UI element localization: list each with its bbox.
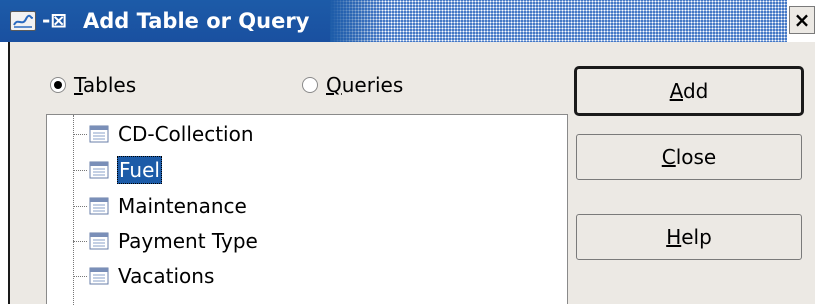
tables-radio[interactable]: Tables <box>50 72 136 98</box>
table-list-item[interactable]: Fuel <box>73 155 162 185</box>
tree-branch-line <box>73 169 87 171</box>
tree-branch-line <box>73 205 87 207</box>
tree-branch-line <box>73 240 87 242</box>
table-list-item-label: Maintenance <box>118 194 247 218</box>
queries-radio-label: Queries <box>326 73 404 97</box>
table-list-item[interactable]: Maintenance <box>73 191 248 221</box>
queries-radio-indicator[interactable] <box>302 77 318 93</box>
tree-branch-line <box>73 133 87 135</box>
table-list-item-label: Vacations <box>118 264 215 288</box>
dialog-title: Add Table or Query <box>83 9 310 33</box>
table-list[interactable]: CD-Collection Fuel Maintenance Payment Type… <box>46 114 568 305</box>
table-list-item[interactable]: CD-Collection <box>73 119 255 149</box>
queries-radio[interactable]: Queries <box>302 72 403 98</box>
pin-icon[interactable]: -⊠ <box>42 8 70 32</box>
help-button[interactable]: Help <box>576 214 802 260</box>
add-button[interactable]: Add <box>576 68 802 114</box>
table-icon <box>89 267 109 285</box>
tables-radio-label: Tables <box>74 73 137 97</box>
tree-branch-line <box>73 275 87 277</box>
table-list-item[interactable]: Vacations <box>73 261 215 291</box>
close-window-button[interactable]: × <box>789 6 815 34</box>
table-icon <box>89 197 109 215</box>
table-list-item-label: Payment Type <box>118 229 258 253</box>
table-icon <box>89 125 109 143</box>
title-bar: -⊠ Add Table or Query × <box>0 0 815 42</box>
close-button[interactable]: Close <box>576 134 802 180</box>
dialog-window-icon[interactable] <box>10 11 36 31</box>
table-list-item-label: Fuel <box>117 156 162 184</box>
tables-radio-indicator[interactable] <box>50 77 66 93</box>
table-list-item-label: CD-Collection <box>118 122 254 146</box>
table-list-item[interactable]: Payment Type <box>73 226 259 256</box>
table-icon <box>89 232 109 250</box>
add-table-dialog: Tables Queries CD-Collection Fuel Maintena… <box>8 42 815 305</box>
table-icon <box>89 161 109 179</box>
